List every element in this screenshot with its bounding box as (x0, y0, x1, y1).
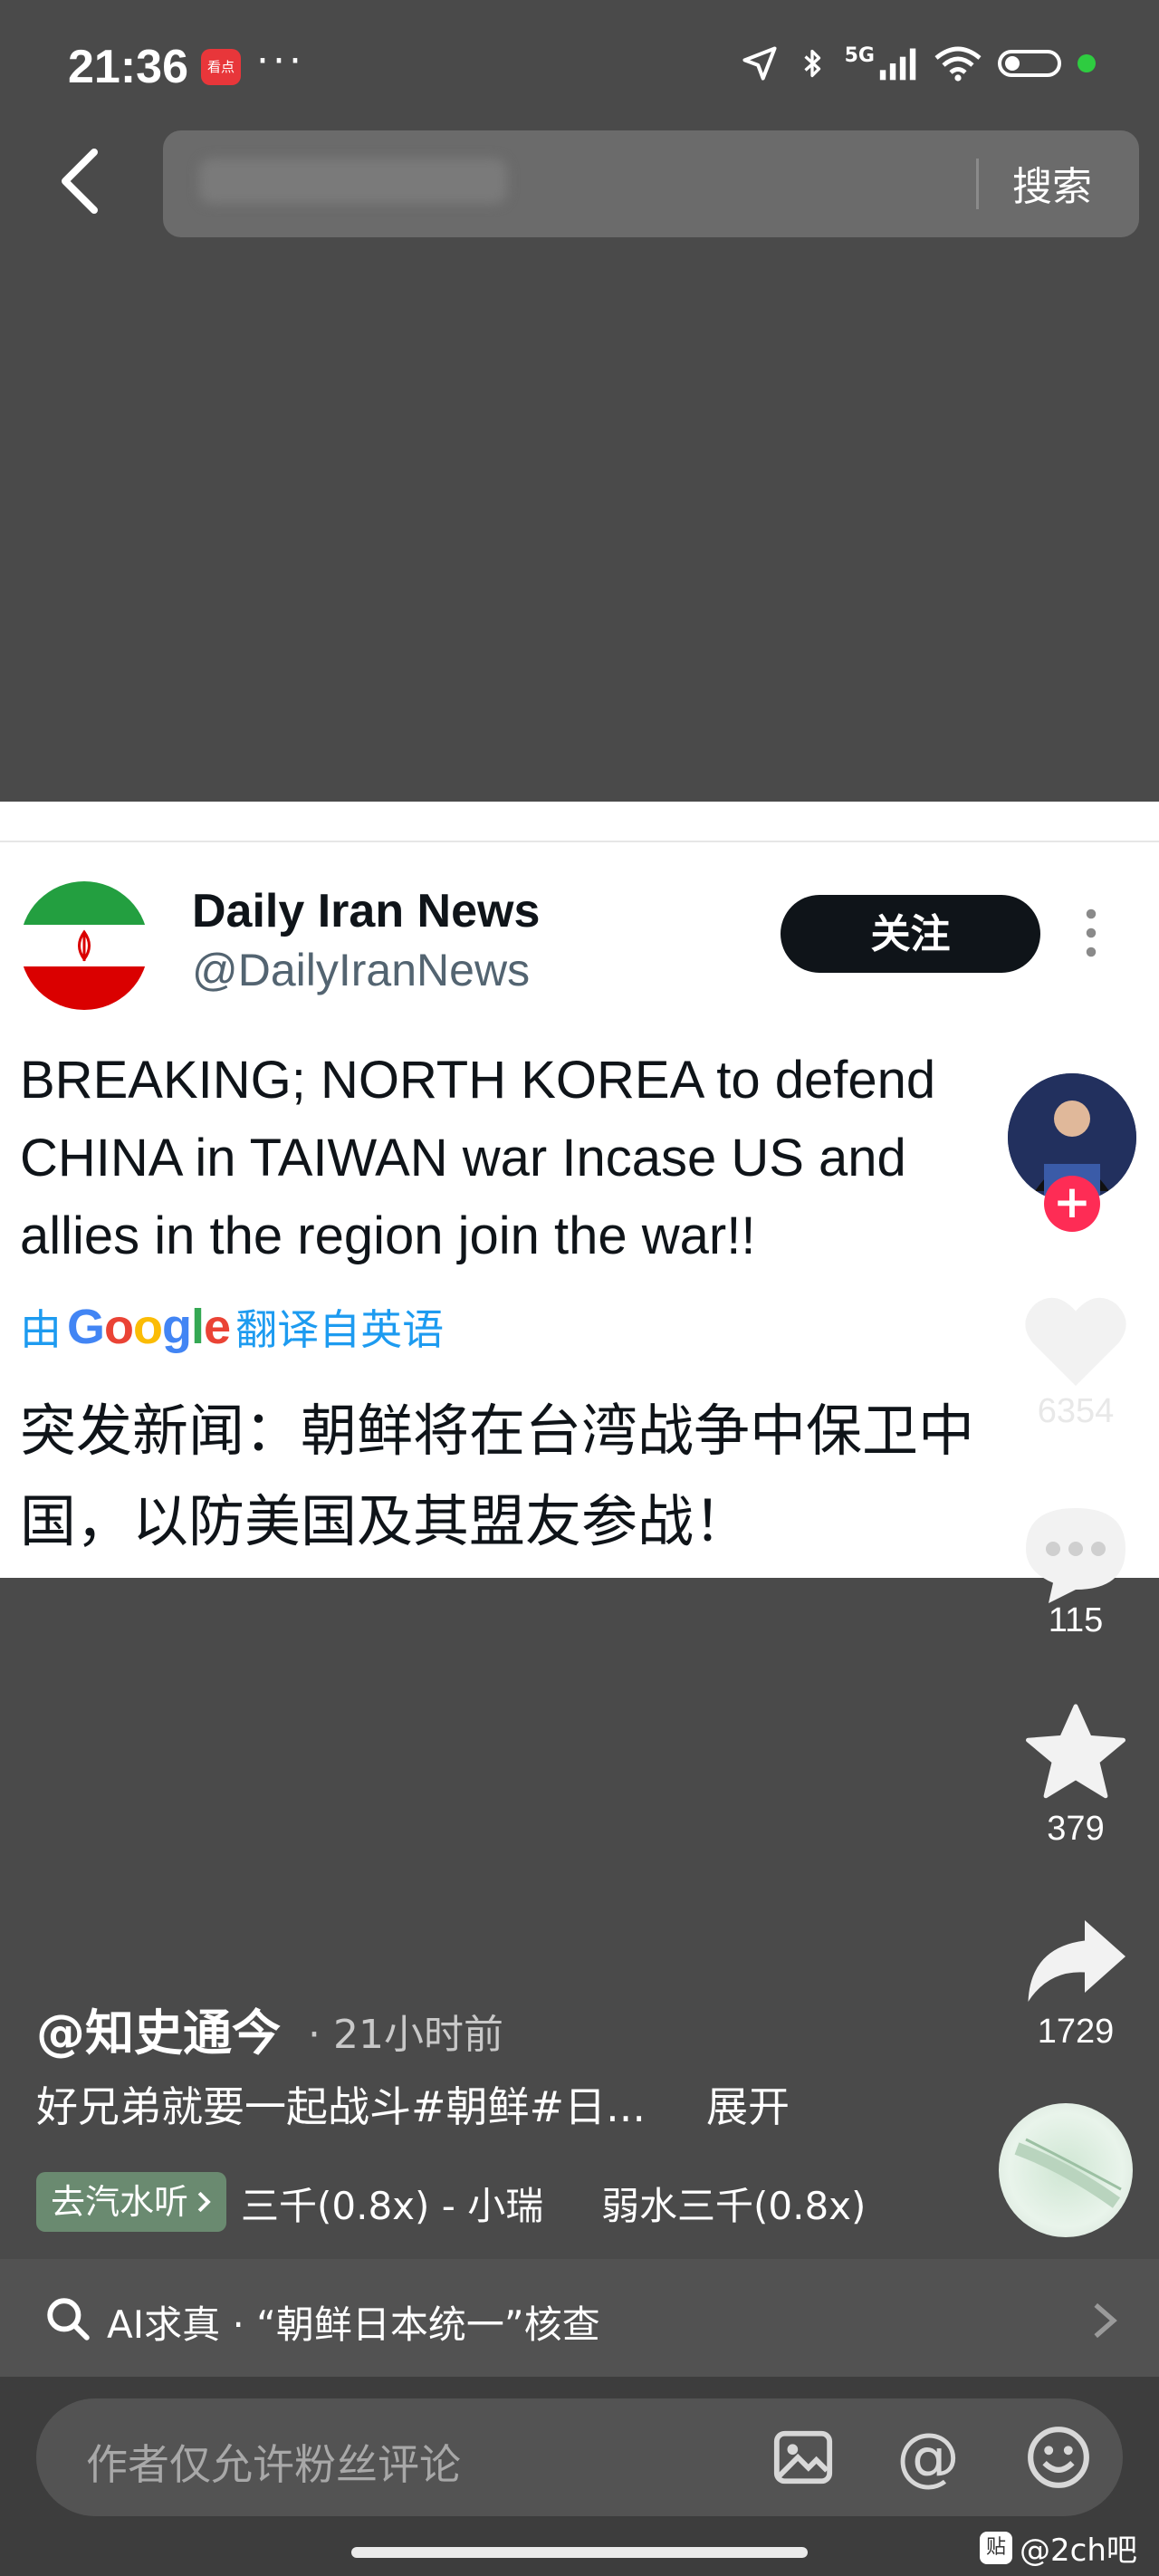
google-logo: Google (67, 1300, 231, 1354)
follow-creator-plus-icon[interactable]: + (1044, 1176, 1100, 1232)
image-icon[interactable] (771, 2426, 835, 2489)
location-icon (742, 46, 777, 81)
translated-text: 突发新闻：朝鲜将在台湾战争中保卫中 国，以防美国及其盟友参战！ (20, 1386, 1088, 1567)
expand-button[interactable]: 展开 (706, 2074, 790, 2134)
music-title[interactable]: 三千(0.8x) - 小瑞 (241, 2176, 543, 2231)
status-time: 21:36 (68, 41, 188, 93)
tweet-text-line: allies in the region join the war!! (20, 1206, 756, 1265)
home-indicator[interactable] (351, 2547, 808, 2558)
follow-button[interactable]: 关注 (781, 895, 1040, 973)
share-count: 1729 (1037, 2013, 1115, 2051)
chevron-right-icon (197, 2191, 211, 2213)
post-author[interactable]: @知史通今 (36, 1993, 281, 2064)
translated-line: 国，以防美国及其盟友参战！ (20, 1488, 751, 1554)
star-icon[interactable] (1021, 1703, 1130, 1802)
listen-chip-label: 去汽水听 (51, 2182, 189, 2222)
search-icon (47, 2298, 90, 2341)
tieba-badge: 贴 (980, 2531, 1012, 2564)
mention-icon[interactable]: @ (896, 2420, 960, 2493)
tweet-author-name[interactable]: Daily Iran News (192, 884, 540, 938)
translated-by-google[interactable]: 由 Google 翻译自英语 (20, 1297, 444, 1357)
bluetooth-icon (804, 49, 820, 78)
card-divider (0, 841, 1159, 842)
ai-fact-check-text[interactable]: AI求真 · “朝鲜日本统一”核查 (107, 2294, 600, 2350)
emoji-icon[interactable] (1025, 2424, 1092, 2491)
status-icons: 5G (740, 43, 1096, 83)
like-count: 6354 (1037, 1392, 1115, 1430)
tweet-text: BREAKING; NORTH KOREA to defend CHINA in… (20, 1042, 1106, 1275)
app-notification-icon: 看点 (201, 49, 241, 85)
search-divider (976, 159, 979, 209)
chevron-right-icon[interactable] (1091, 2301, 1118, 2341)
music-disc-icon[interactable] (999, 2103, 1133, 2237)
iran-flag-avatar[interactable] (20, 881, 148, 1010)
signal-icon (879, 48, 916, 81)
listen-on-qishui-chip[interactable]: 去汽水听 (36, 2172, 227, 2232)
tweet-text-line: CHINA in TAIWAN war Incase US and (20, 1129, 906, 1187)
search-button[interactable]: 搜索 (1012, 154, 1092, 212)
tweet-text-line: BREAKING; NORTH KOREA to defend (20, 1051, 936, 1110)
heart-icon[interactable] (1021, 1291, 1130, 1390)
battery-icon (998, 50, 1061, 77)
privacy-indicator-icon (1078, 54, 1096, 72)
comment-placeholder: 作者仅允许粉丝评论 (86, 2440, 461, 2489)
comment-count: 115 (1048, 1601, 1104, 1639)
music-title-repeat[interactable]: 弱水三千(0.8x) (601, 2176, 866, 2231)
favorite-count: 379 (1047, 1810, 1105, 1848)
back-arrow-icon[interactable] (54, 145, 109, 217)
translate-suffix: 翻译自英语 (235, 1306, 445, 1353)
wifi-icon (934, 46, 982, 82)
watermark: 贴 @2ch吧 (980, 2525, 1137, 2570)
tweet-author-handle[interactable]: @DailyIranNews (192, 944, 530, 996)
more-notifications-icon: ··· (256, 38, 305, 84)
watermark-text: @2ch吧 (1020, 2533, 1137, 2569)
more-options-icon[interactable] (1078, 906, 1105, 960)
translate-prefix: 由 (20, 1306, 62, 1353)
search-query-blurred (199, 159, 507, 204)
post-caption[interactable]: 好兄弟就要一起战斗#朝鲜#日... (36, 2074, 646, 2134)
network-type: 5G (844, 43, 875, 67)
comment-icon[interactable] (1021, 1504, 1130, 1603)
share-icon[interactable] (1021, 1911, 1130, 2011)
translated-line: 突发新闻：朝鲜将在台湾战争中保卫中 (20, 1398, 975, 1464)
post-time: · 21小时前 (308, 2012, 503, 2058)
